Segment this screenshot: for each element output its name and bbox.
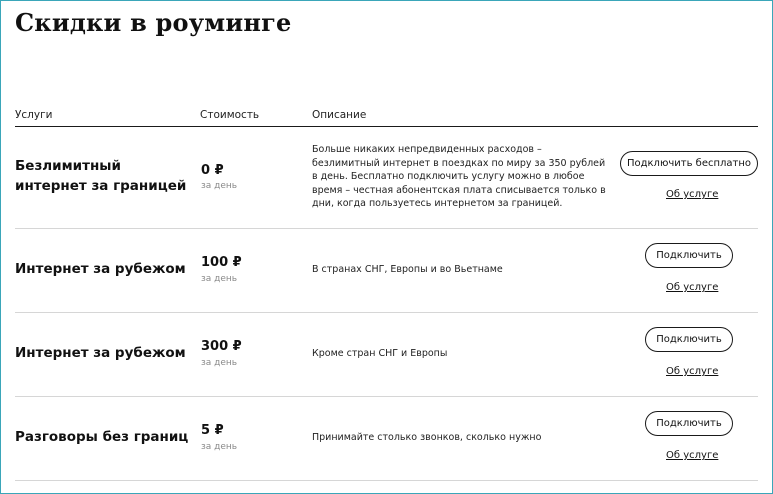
service-description: Кроме стран СНГ и Европы [312, 348, 448, 359]
service-description: В странах СНГ, Европы и во Вьетнаме [312, 264, 503, 275]
table-row: Безлимитный интернет за границей 0 ₽ за … [15, 127, 758, 229]
column-header-cost: Стоимость [200, 109, 260, 121]
price: 0 ₽ [201, 163, 224, 178]
about-service-link[interactable]: Об услуге [666, 450, 718, 461]
price-period: за день [201, 442, 238, 452]
price: 300 ₽ [201, 339, 242, 354]
service-name: Безлимитный интернет за границей [15, 158, 187, 194]
service-description: Больше никаких непредвиденных расходов –… [312, 144, 606, 209]
column-header-description: Описание [312, 109, 367, 121]
page-title: Скидки в роуминге [15, 8, 292, 37]
about-service-link[interactable]: Об услуге [666, 189, 718, 200]
price: 5 ₽ [201, 423, 224, 438]
table-row: Интернет за рубежом 300 ₽ за день Кроме … [15, 313, 758, 397]
about-service-link[interactable]: Об услуге [666, 366, 718, 377]
service-name: Разговоры без границ [15, 429, 189, 445]
connect-button[interactable]: Подключить [645, 327, 733, 352]
price-period: за день [201, 274, 238, 284]
connect-button[interactable]: Подключить [645, 411, 733, 436]
table-row: Интернет за рубежом 100 ₽ за день В стра… [15, 229, 758, 313]
service-name: Интернет за рубежом [15, 261, 186, 277]
table-row: Разговоры без границ 5 ₽ за день Принима… [15, 397, 758, 481]
price-period: за день [201, 358, 238, 368]
price: 100 ₽ [201, 255, 242, 270]
connect-button[interactable]: Подключить [645, 243, 733, 268]
about-service-link[interactable]: Об услуге [666, 282, 718, 293]
connect-free-button[interactable]: Подключить бесплатно [620, 151, 758, 176]
column-header-service: Услуги [15, 109, 53, 121]
service-name: Интернет за рубежом [15, 345, 186, 361]
service-description: Принимайте столько звонков, сколько нужн… [312, 432, 542, 443]
price-period: за день [201, 181, 238, 191]
